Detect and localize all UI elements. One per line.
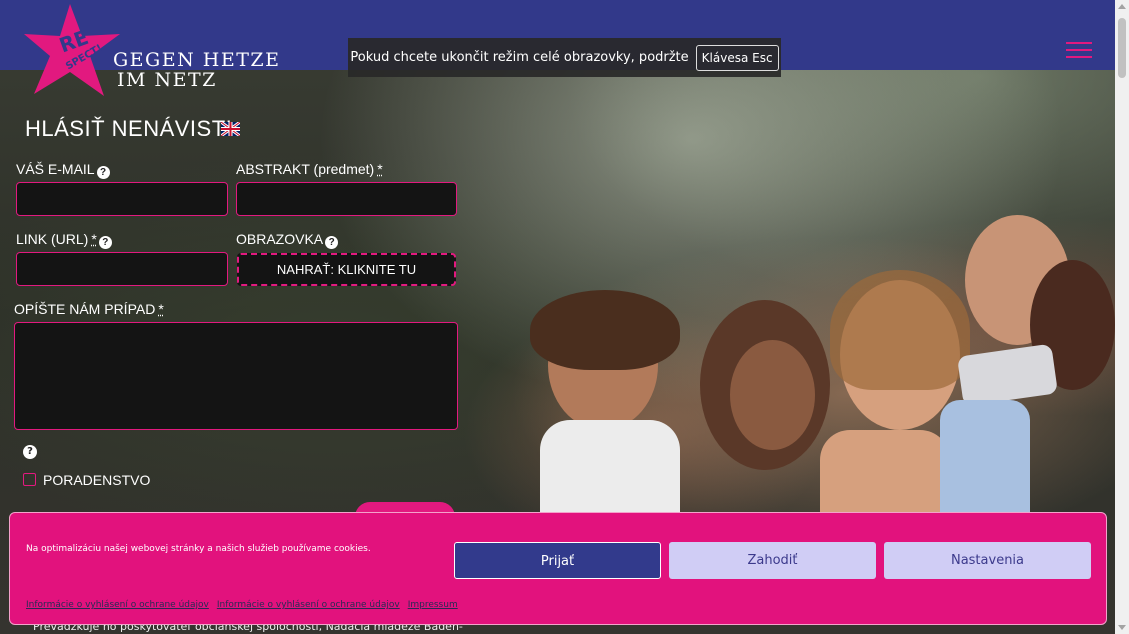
cookie-banner: Na optimalizáciu našej webovej stránky a… xyxy=(9,512,1107,625)
cookie-settings-button[interactable]: Nastavenia xyxy=(884,542,1091,579)
cookie-accept-button[interactable]: Prijať xyxy=(454,542,661,579)
fullscreen-notice-text: Pokud chcete ukončit režim celé obrazovk… xyxy=(350,50,689,65)
esc-key-badge: Klávesa Esc xyxy=(695,44,779,71)
link-label: LINK (URL) *? xyxy=(16,231,112,249)
shoulder xyxy=(820,430,950,520)
subject-label: ABSTRAKT (predmet) * xyxy=(236,161,383,177)
help-icon[interactable]: ? xyxy=(98,236,112,249)
link-input[interactable] xyxy=(16,252,228,286)
cookie-links: Informácie o vyhlásení o ochrane údajov … xyxy=(26,600,458,610)
menu-icon[interactable] xyxy=(1066,42,1092,60)
logo-wordmark[interactable]: GEGEN HETZE IM NETZ xyxy=(113,50,280,90)
counseling-label: PORADENSTVO xyxy=(43,472,151,488)
logo-line-1: GEGEN HETZE xyxy=(113,49,281,71)
person-silhouette xyxy=(830,270,970,390)
description-textarea[interactable] xyxy=(14,322,458,430)
scrollbar-thumb[interactable] xyxy=(1118,18,1126,78)
person-silhouette xyxy=(530,290,680,370)
shirt xyxy=(940,400,1030,520)
description-label: OPÍŠTE NÁM PRÍPAD * xyxy=(14,301,164,317)
privacy-link[interactable]: Informácie o vyhlásení o ochrane údajov xyxy=(217,600,400,610)
email-input[interactable] xyxy=(16,182,228,216)
scroll-up-icon[interactable] xyxy=(1118,4,1126,9)
cookie-deny-button[interactable]: Zahodiť xyxy=(669,542,876,579)
upload-screenshot-button[interactable]: NAHRAŤ: KLIKNITE TU xyxy=(237,253,456,286)
cookie-message: Na optimalizáciu našej webovej stránky a… xyxy=(26,544,371,554)
smartphone xyxy=(956,343,1059,407)
privacy-link[interactable]: Informácie o vyhlásení o ochrane údajov xyxy=(26,600,209,610)
uk-flag-icon[interactable] xyxy=(221,122,240,136)
page-title: HLÁSIŤ NENÁVIST! xyxy=(25,116,233,141)
impressum-link[interactable]: Impressum xyxy=(408,600,458,610)
logo-line-2: IM NETZ xyxy=(117,69,217,91)
shirt xyxy=(540,420,680,520)
help-icon[interactable]: ? xyxy=(23,445,37,459)
counseling-checkbox[interactable] xyxy=(23,473,36,486)
vertical-scrollbar[interactable] xyxy=(1115,0,1129,634)
fullscreen-notice: Pokud chcete ukončit režim celé obrazovk… xyxy=(348,38,781,77)
help-icon[interactable]: ? xyxy=(325,236,339,249)
help-icon[interactable]: ? xyxy=(96,166,110,179)
scroll-down-icon[interactable] xyxy=(1118,625,1126,630)
subject-input[interactable] xyxy=(236,182,457,216)
screenshot-label: OBRAZOVKA? xyxy=(236,231,339,249)
person-silhouette xyxy=(730,340,815,450)
email-label: VÁŠ E-MAIL? xyxy=(16,161,110,179)
